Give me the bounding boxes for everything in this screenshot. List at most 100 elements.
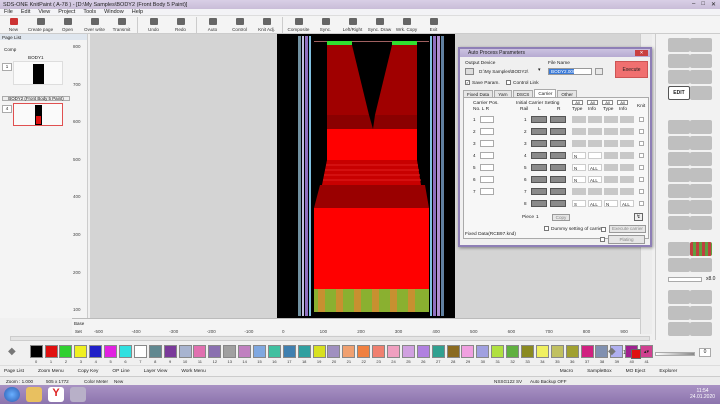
knit-checkbox[interactable] <box>639 129 644 134</box>
bottom-copy-key-button[interactable]: Copy Key <box>78 369 99 374</box>
tool-icon[interactable] <box>690 38 712 52</box>
bottom-page-list-button[interactable]: Page List <box>4 369 24 374</box>
tool-icon[interactable] <box>690 152 712 166</box>
chevron-down-icon[interactable]: ▾ <box>538 68 540 73</box>
toolbar-create-page-button[interactable]: Create page <box>27 16 54 33</box>
file-name-input[interactable]: BODY2.000 <box>548 68 592 75</box>
carrier-info-cell[interactable]: ALL <box>620 200 634 207</box>
knit-checkbox[interactable] <box>639 177 644 182</box>
control-link-checkbox[interactable]: Control Link <box>506 80 539 86</box>
carrier-pos-field[interactable] <box>480 176 494 183</box>
knit-design[interactable] <box>277 34 455 318</box>
toolbar-redo-button[interactable]: Redo <box>167 16 194 33</box>
save-params-checkbox[interactable]: ✓ Save Param. <box>465 80 500 86</box>
left-carrier-setting[interactable] <box>531 128 547 135</box>
left-carrier-setting[interactable] <box>531 200 547 207</box>
carrier-info-cell[interactable] <box>588 116 602 123</box>
color-swatch[interactable]: 31 <box>491 345 505 364</box>
color-swatch[interactable]: 30 <box>476 345 490 364</box>
color-swatch[interactable]: 22 <box>357 345 371 364</box>
color-swatch[interactable]: 27 <box>431 345 445 364</box>
color-swatch[interactable]: 4 <box>89 345 103 364</box>
bottom-macro-button[interactable]: Macro <box>560 369 573 374</box>
carrier-type-cell[interactable] <box>604 116 618 123</box>
carrier-info-cell[interactable]: ALL <box>588 164 602 171</box>
tool-icon[interactable] <box>668 306 690 320</box>
knit-checkbox[interactable] <box>639 141 644 146</box>
value-input[interactable]: 0 <box>699 348 711 357</box>
carrier-info-cell[interactable] <box>620 188 634 195</box>
tool-icon[interactable] <box>690 86 712 100</box>
carrier-type-cell[interactable] <box>604 128 618 135</box>
color-swatch[interactable]: 10 <box>178 345 192 364</box>
all-info-button[interactable]: All <box>587 100 598 105</box>
toolbar-wrk-copy-button[interactable]: Wrk. Copy <box>393 16 420 33</box>
toolbar-auto-button[interactable]: Auto <box>199 16 226 33</box>
knitpaint-taskbar-icon[interactable] <box>70 387 86 402</box>
knit-checkbox[interactable] <box>639 117 644 122</box>
right-carrier-setting[interactable] <box>550 152 566 159</box>
device-icon[interactable] <box>465 68 474 75</box>
carrier-info-cell[interactable] <box>588 152 602 159</box>
execute-button[interactable]: Execute <box>615 61 648 78</box>
carrier-type-cell[interactable]: N <box>572 152 586 159</box>
right-carrier-setting[interactable] <box>550 128 566 135</box>
color-swatch[interactable]: 1 <box>44 345 58 364</box>
carrier-info-cell[interactable]: ALL <box>588 176 602 183</box>
toolbar-new-button[interactable]: New <box>0 16 27 33</box>
left-carrier-setting[interactable] <box>531 140 547 147</box>
bottom-layer-view-button[interactable]: Layer View <box>144 369 168 374</box>
current-color-swatch[interactable] <box>631 349 641 359</box>
color-swatch[interactable]: 7 <box>133 345 147 364</box>
color-swatch[interactable]: 29 <box>461 345 475 364</box>
carrier-info-cell[interactable] <box>620 140 634 147</box>
color-swatch[interactable]: 25 <box>401 345 415 364</box>
color-swatch[interactable]: 16 <box>267 345 281 364</box>
color-stepper[interactable]: ▴▾ <box>644 349 649 355</box>
tool-icon[interactable] <box>668 136 690 150</box>
explorer-icon[interactable] <box>26 387 42 402</box>
toolbar-over-write-button[interactable]: Over write <box>81 16 108 33</box>
carrier-type-cell[interactable] <box>604 176 618 183</box>
bottom-op-line-button[interactable]: OP Line <box>112 369 129 374</box>
tool-icon[interactable] <box>690 54 712 68</box>
tool-icon[interactable] <box>668 168 690 182</box>
copy-button[interactable]: Copy <box>552 214 570 221</box>
color-swatch[interactable]: 15 <box>252 345 266 364</box>
color-swatch[interactable]: 5 <box>103 345 118 364</box>
tab-other[interactable]: Other <box>557 90 577 97</box>
color-swatch[interactable]: 3 <box>74 345 88 364</box>
all-type-button[interactable]: All <box>572 100 583 105</box>
carrier-type-cell[interactable] <box>604 140 618 147</box>
color-swatch[interactable]: 13 <box>223 345 237 364</box>
menu-view[interactable]: View <box>38 9 50 15</box>
all-type-button[interactable]: All <box>602 100 613 105</box>
tab-carrier[interactable]: Carrier <box>534 89 557 97</box>
color-swatch[interactable]: 9 <box>163 345 177 364</box>
color-swatch[interactable]: 0 <box>29 345 43 364</box>
carrier-type-cell[interactable] <box>572 188 586 195</box>
tool-icon[interactable] <box>690 306 712 320</box>
knit-checkbox[interactable] <box>639 201 644 206</box>
right-carrier-setting[interactable] <box>550 140 566 147</box>
carrier-config-icon[interactable]: ↯ <box>634 213 643 221</box>
right-carrier-setting[interactable] <box>550 188 566 195</box>
color-swatch[interactable]: 35 <box>550 345 564 364</box>
toolbar-left-right-button[interactable]: Left/Right <box>339 16 366 33</box>
carrier-type-cell[interactable] <box>604 188 618 195</box>
color-swatch[interactable]: 17 <box>282 345 296 364</box>
carrier-type-cell[interactable] <box>604 164 618 171</box>
tab-fixed-data[interactable]: Fixed Data <box>463 90 494 97</box>
carrier-type-cell[interactable]: N <box>572 176 586 183</box>
color-swatch[interactable]: 36 <box>565 345 579 364</box>
carrier-info-cell[interactable] <box>588 128 602 135</box>
right-carrier-setting[interactable] <box>550 200 566 207</box>
tool-icon[interactable] <box>668 242 690 256</box>
left-carrier-setting[interactable] <box>531 164 547 171</box>
color-swatch[interactable]: 18 <box>297 345 311 364</box>
toolbar-exit-button[interactable]: Exit <box>420 16 447 33</box>
tool-icon[interactable] <box>668 290 690 304</box>
carrier-pos-field[interactable] <box>480 116 494 123</box>
carrier-pos-field[interactable] <box>480 140 494 147</box>
carrier-info-cell[interactable] <box>620 164 634 171</box>
